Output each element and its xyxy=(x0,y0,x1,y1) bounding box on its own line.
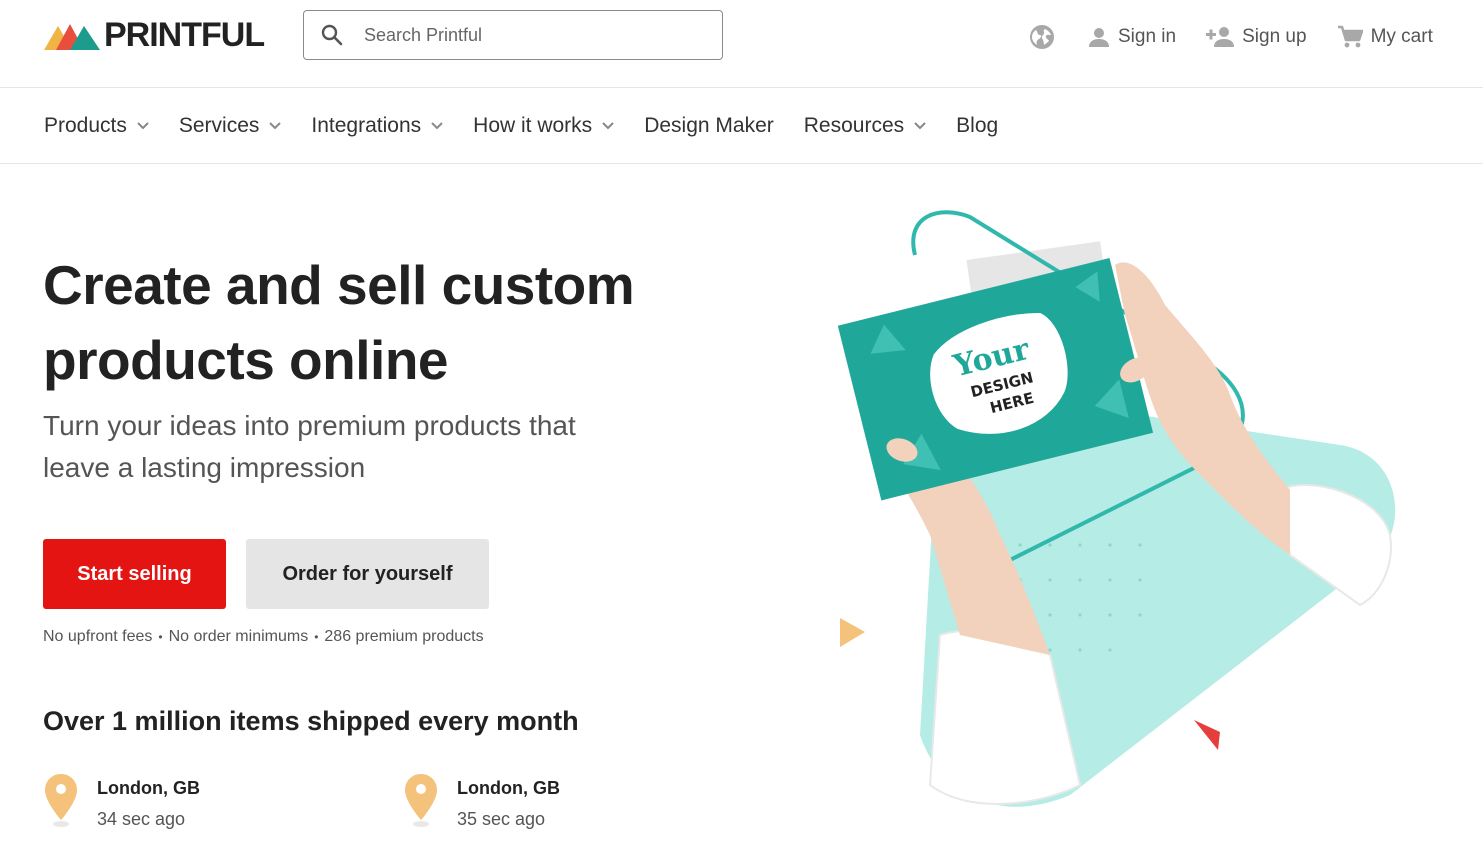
shipment-item: London, GB 34 sec ago xyxy=(43,772,200,832)
search-input[interactable] xyxy=(364,24,704,46)
nav-item-resources[interactable]: Resources xyxy=(804,114,926,138)
chevron-down-icon xyxy=(137,122,149,130)
chevron-down-icon xyxy=(269,122,282,130)
logo-text: PRINTFUL xyxy=(104,16,265,54)
shipment-city: London, GB xyxy=(97,778,200,798)
feature-separator: • xyxy=(158,630,163,644)
search-icon[interactable] xyxy=(320,23,344,47)
hero-title-line2: products online xyxy=(43,329,449,391)
order-for-yourself-button[interactable]: Order for yourself xyxy=(246,539,489,609)
shipment-time: 34 sec ago xyxy=(97,809,186,829)
printful-logo[interactable]: PRINTFUL xyxy=(44,16,265,54)
search-box[interactable] xyxy=(303,10,723,60)
chevron-down-icon xyxy=(914,122,926,130)
sign-up-label: Sign up xyxy=(1242,26,1307,47)
location-pin-icon xyxy=(45,774,77,827)
nav-item-label: Products xyxy=(44,114,127,137)
site-header: PRINTFUL Sign in Sign up My cart xyxy=(0,0,1483,88)
sign-in-link[interactable]: Sign in xyxy=(1088,26,1176,48)
globe-icon[interactable] xyxy=(1028,23,1056,51)
add-user-icon xyxy=(1206,26,1235,48)
feature-separator: • xyxy=(314,630,319,644)
hero-title-line1: Create and sell custom xyxy=(43,254,635,316)
nav-item-label: Design Maker xyxy=(644,114,774,137)
main-nav: Products Services Integrations How it wo… xyxy=(0,88,1483,164)
feature-list: No upfront fees • No order minimums • 28… xyxy=(43,628,484,646)
nav-item-services[interactable]: Services xyxy=(179,114,282,138)
feature-item: No order minimums xyxy=(168,628,309,645)
nav-item-label: Blog xyxy=(956,114,999,137)
shipment-item: London, GB 35 sec ago xyxy=(403,772,560,832)
start-selling-button[interactable]: Start selling xyxy=(43,539,226,609)
nav-item-label: Services xyxy=(178,114,260,137)
shipment-city: London, GB xyxy=(457,778,560,798)
nav-item-label: Resources xyxy=(803,114,905,137)
cart-label: My cart xyxy=(1370,26,1433,47)
nav-item-integrations[interactable]: Integrations xyxy=(311,114,443,138)
chevron-down-icon xyxy=(602,122,614,130)
nav-item-design-maker[interactable]: Design Maker xyxy=(644,114,774,138)
shipped-heading: Over 1 million items shipped every month xyxy=(43,706,579,736)
chevron-down-icon xyxy=(431,122,443,130)
cart-link[interactable]: My cart xyxy=(1337,25,1433,49)
location-pin-icon xyxy=(405,774,437,827)
nav-item-label: How it works xyxy=(473,114,593,137)
nav-item-label: Integrations xyxy=(311,114,422,137)
cart-icon xyxy=(1337,25,1363,49)
nav-item-how-it-works[interactable]: How it works xyxy=(473,114,614,138)
hero-subtitle: Turn your ideas into premium products th… xyxy=(43,405,663,489)
sign-up-link[interactable]: Sign up xyxy=(1206,26,1307,48)
red-triangle-shape xyxy=(1194,720,1220,750)
sign-in-label: Sign in xyxy=(1118,26,1177,47)
hero-illustration: Your DESIGN HERE xyxy=(837,210,1396,807)
hero-subtitle-line1: Turn your ideas into premium products th… xyxy=(43,410,576,441)
hero-title: Create and sell custom products online xyxy=(43,248,723,398)
user-icon xyxy=(1088,26,1110,48)
feature-item: 286 premium products xyxy=(324,628,484,645)
nav-item-blog[interactable]: Blog xyxy=(956,114,998,138)
feature-item: No upfront fees xyxy=(43,628,153,645)
shipment-time: 35 sec ago xyxy=(457,809,546,829)
nav-item-products[interactable]: Products xyxy=(44,114,149,138)
logo-mark-icon xyxy=(44,24,100,50)
hero-subtitle-line2: leave a lasting impression xyxy=(43,452,366,483)
yellow-triangle-shape xyxy=(840,618,865,647)
